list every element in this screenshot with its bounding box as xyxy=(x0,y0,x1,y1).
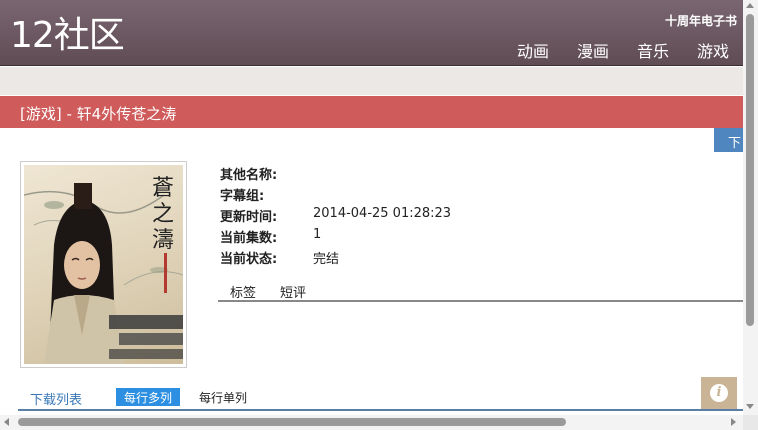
download-list-bar: 下载列表 每行多列 每行单列 xyxy=(18,387,743,411)
page: 12社区 十周年电子书 动画 漫画 音乐 游戏 [游戏] - 轩4外传苍之涛 下 xyxy=(0,0,758,430)
layout-multi-column-button[interactable]: 每行多列 xyxy=(116,388,181,406)
info-label: 当前集数: xyxy=(220,231,278,246)
page-title-bar: [游戏] - 轩4外传苍之涛 xyxy=(0,96,743,128)
scroll-down-arrow-icon[interactable] xyxy=(746,404,754,409)
site-logo[interactable]: 12社区 xyxy=(10,14,125,58)
info-label: 字幕组: xyxy=(220,189,265,204)
cover-image: 蒼 之 濤 xyxy=(24,165,183,364)
nav-item-anime[interactable]: 动画 xyxy=(517,38,549,62)
info-row-episodes: 当前集数: 1 xyxy=(220,227,451,248)
info-row-update-time: 更新时间: 2014-04-25 01:28:23 xyxy=(220,206,451,227)
site-header: 12社区 十周年电子书 动画 漫画 音乐 游戏 xyxy=(0,0,743,66)
horizontal-scroll-thumb[interactable] xyxy=(18,418,566,426)
nav-item-games[interactable]: 游戏 xyxy=(697,38,729,62)
scroll-left-arrow-icon[interactable] xyxy=(4,418,9,426)
info-row-status: 当前状态: 完结 xyxy=(220,248,451,269)
nav-item-manga[interactable]: 漫画 xyxy=(577,38,609,62)
detail-tabs: 标签 短评 xyxy=(218,282,743,302)
info-list: 其他名称: 字幕组: 更新时间: 2014-04-25 01:28:23 当前集… xyxy=(220,164,451,269)
scrollbar-corner xyxy=(743,415,758,430)
anniversary-link[interactable]: 十周年电子书 xyxy=(665,12,737,29)
download-tab[interactable]: 下 xyxy=(714,128,743,152)
vertical-scrollbar[interactable] xyxy=(743,0,758,430)
info-button[interactable]: i xyxy=(701,377,737,409)
nav-item-music[interactable]: 音乐 xyxy=(637,38,669,62)
info-row-subtitle-group: 字幕组: xyxy=(220,185,451,206)
cover-title-art: 蒼 xyxy=(152,176,174,201)
tab-tags[interactable]: 标签 xyxy=(218,282,268,301)
cover-image-frame: 蒼 之 濤 xyxy=(20,161,187,368)
main-nav: 动画 漫画 音乐 游戏 xyxy=(517,38,729,62)
vertical-scroll-thumb[interactable] xyxy=(746,14,754,326)
info-label: 其他名称: xyxy=(220,168,278,183)
svg-text:濤: 濤 xyxy=(152,228,174,253)
cover-art: 蒼 之 濤 xyxy=(24,176,183,364)
download-list-title: 下载列表 xyxy=(30,393,83,408)
info-value: 2014-04-25 01:28:23 xyxy=(313,206,452,221)
layout-single-column-button[interactable]: 每行单列 xyxy=(199,389,247,406)
info-label: 当前状态: xyxy=(220,252,278,267)
sub-header-band xyxy=(0,67,743,95)
page-title: [游戏] - 轩4外传苍之涛 xyxy=(20,105,177,123)
info-value: 1 xyxy=(313,227,322,242)
info-label: 更新时间: xyxy=(220,210,278,225)
info-icon: i xyxy=(710,384,728,402)
info-row-other-name: 其他名称: xyxy=(220,164,451,185)
scroll-up-arrow-icon[interactable] xyxy=(746,3,754,8)
horizontal-scrollbar[interactable] xyxy=(0,415,743,430)
tab-reviews[interactable]: 短评 xyxy=(268,282,318,301)
svg-text:之: 之 xyxy=(152,202,174,227)
info-value: 完结 xyxy=(313,252,340,267)
scroll-right-arrow-icon[interactable] xyxy=(731,418,736,426)
